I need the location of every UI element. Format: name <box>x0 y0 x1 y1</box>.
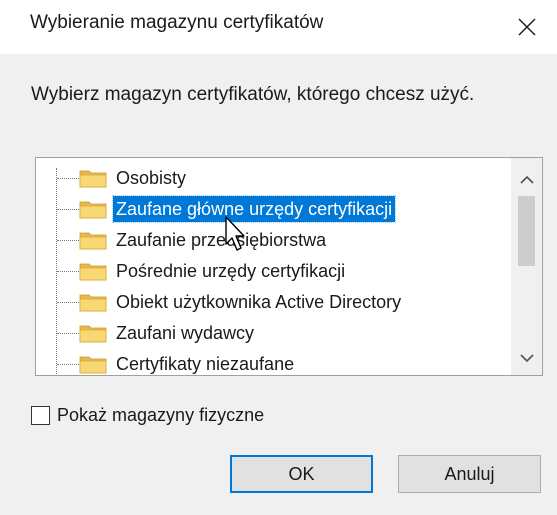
chevron-up-icon <box>519 175 534 184</box>
scroll-down-button[interactable] <box>511 342 542 373</box>
tree-item-label: Zaufanie przedsiębiorstwa <box>116 230 327 250</box>
tree-item-label: Certyfikaty niezaufane <box>116 354 295 374</box>
certificate-store-dialog: Wybieranie magazynu certyfikatów Wybierz… <box>0 0 557 515</box>
folder-icon <box>79 201 107 219</box>
tree-item[interactable]: Pośrednie urzędy certyfikacji <box>36 256 510 287</box>
tree-connector <box>57 271 79 272</box>
tree-items: Osobisty Zaufane główne urzędy certyfikac… <box>36 158 510 375</box>
close-button[interactable] <box>497 0 557 54</box>
tree-item[interactable]: Osobisty <box>36 163 510 194</box>
chevron-down-icon <box>519 353 534 362</box>
folder-icon <box>79 294 107 312</box>
vertical-scrollbar[interactable] <box>511 158 542 375</box>
tree-item-label: Obiekt użytkownika Active Directory <box>116 292 402 312</box>
tree-connector <box>57 178 79 179</box>
ok-button[interactable]: OK <box>230 455 373 493</box>
folder-icon <box>79 325 107 343</box>
tree-item[interactable]: Zaufanie przedsiębiorstwa <box>36 225 510 256</box>
show-physical-stores-option[interactable]: Pokaż magazyny fizyczne <box>31 403 264 427</box>
folder-icon <box>79 232 107 250</box>
folder-icon <box>79 263 107 281</box>
tree-item[interactable]: Zaufani wydawcy <box>36 318 510 349</box>
tree-connector <box>57 209 79 210</box>
tree-item-label: Osobisty <box>116 168 187 188</box>
tree-connector <box>57 240 79 241</box>
tree-item[interactable]: Certyfikaty niezaufane <box>36 349 510 375</box>
folder-icon <box>79 356 107 374</box>
instruction-text: Wybierz magazyn certyfikatów, którego ch… <box>31 84 475 105</box>
tree-connector <box>57 364 79 365</box>
scroll-thumb[interactable] <box>518 196 535 266</box>
close-icon <box>518 18 536 36</box>
tree-connector <box>57 302 79 303</box>
scroll-up-button[interactable] <box>511 164 542 195</box>
folder-icon <box>79 170 107 188</box>
tree-item[interactable]: Obiekt użytkownika Active Directory <box>36 287 510 318</box>
store-tree-view[interactable]: Osobisty Zaufane główne urzędy certyfikac… <box>35 157 543 376</box>
tree-item-label: Zaufani wydawcy <box>116 323 255 343</box>
title-bar: Wybieranie magazynu certyfikatów <box>0 0 557 54</box>
dialog-title: Wybieranie magazynu certyfikatów <box>30 12 324 33</box>
show-physical-stores-checkbox[interactable] <box>31 405 50 425</box>
show-physical-stores-label: Pokaż magazyny fizyczne <box>57 404 265 425</box>
tree-item[interactable]: Zaufane główne urzędy certyfikacji <box>36 194 510 225</box>
tree-item-label: Zaufane główne urzędy certyfikacji <box>111 195 397 223</box>
tree-connector <box>57 333 79 334</box>
tree-item-label: Pośrednie urzędy certyfikacji <box>116 261 346 281</box>
cancel-button[interactable]: Anuluj <box>398 455 541 493</box>
